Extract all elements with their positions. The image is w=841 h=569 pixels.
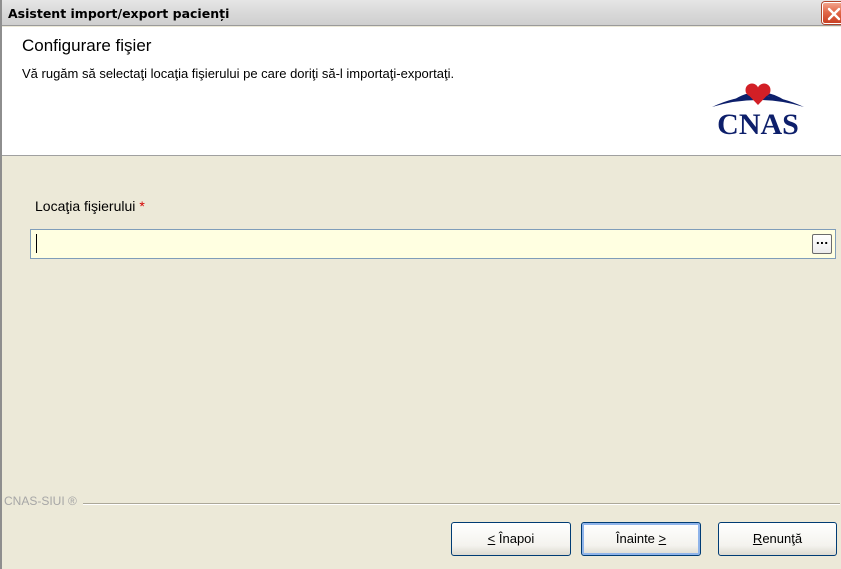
text-cursor <box>36 234 37 253</box>
cnas-logo-text: CNAS <box>717 108 799 139</box>
next-button[interactable]: Înainte > <box>581 522 701 556</box>
footer-divider <box>6 503 840 505</box>
page-title: Configurare fişier <box>22 36 152 55</box>
back-label: Înapoi <box>495 531 535 546</box>
browse-button[interactable]: ... <box>812 234 832 254</box>
cancel-button[interactable]: Renunţă <box>718 522 837 556</box>
page-description: Vă rugăm să selectaţi locaţia fişierului… <box>22 66 455 81</box>
dialog-window: Asistent import/export pacienți Configur… <box>0 0 841 569</box>
cnas-logo: CNAS <box>712 83 804 139</box>
cancel-label: enunţă <box>762 531 803 546</box>
next-label: Înainte <box>615 531 659 546</box>
title-bar[interactable]: Asistent import/export pacienți <box>2 0 841 26</box>
close-button[interactable] <box>822 2 841 24</box>
file-location-input[interactable] <box>30 229 836 259</box>
next-mnemonic: > <box>658 531 667 546</box>
required-indicator: * <box>139 198 145 214</box>
footer-brand: CNAS-SIUI ® <box>4 494 83 508</box>
cancel-mnemonic: R <box>752 531 763 546</box>
window-title: Asistent import/export pacienți <box>8 6 230 21</box>
file-location-label: Locaţia fişierului * <box>35 198 145 214</box>
file-location-label-text: Locaţia fişierului <box>35 198 136 214</box>
back-button[interactable]: < Înapoi <box>451 522 571 556</box>
close-icon <box>827 7 841 21</box>
